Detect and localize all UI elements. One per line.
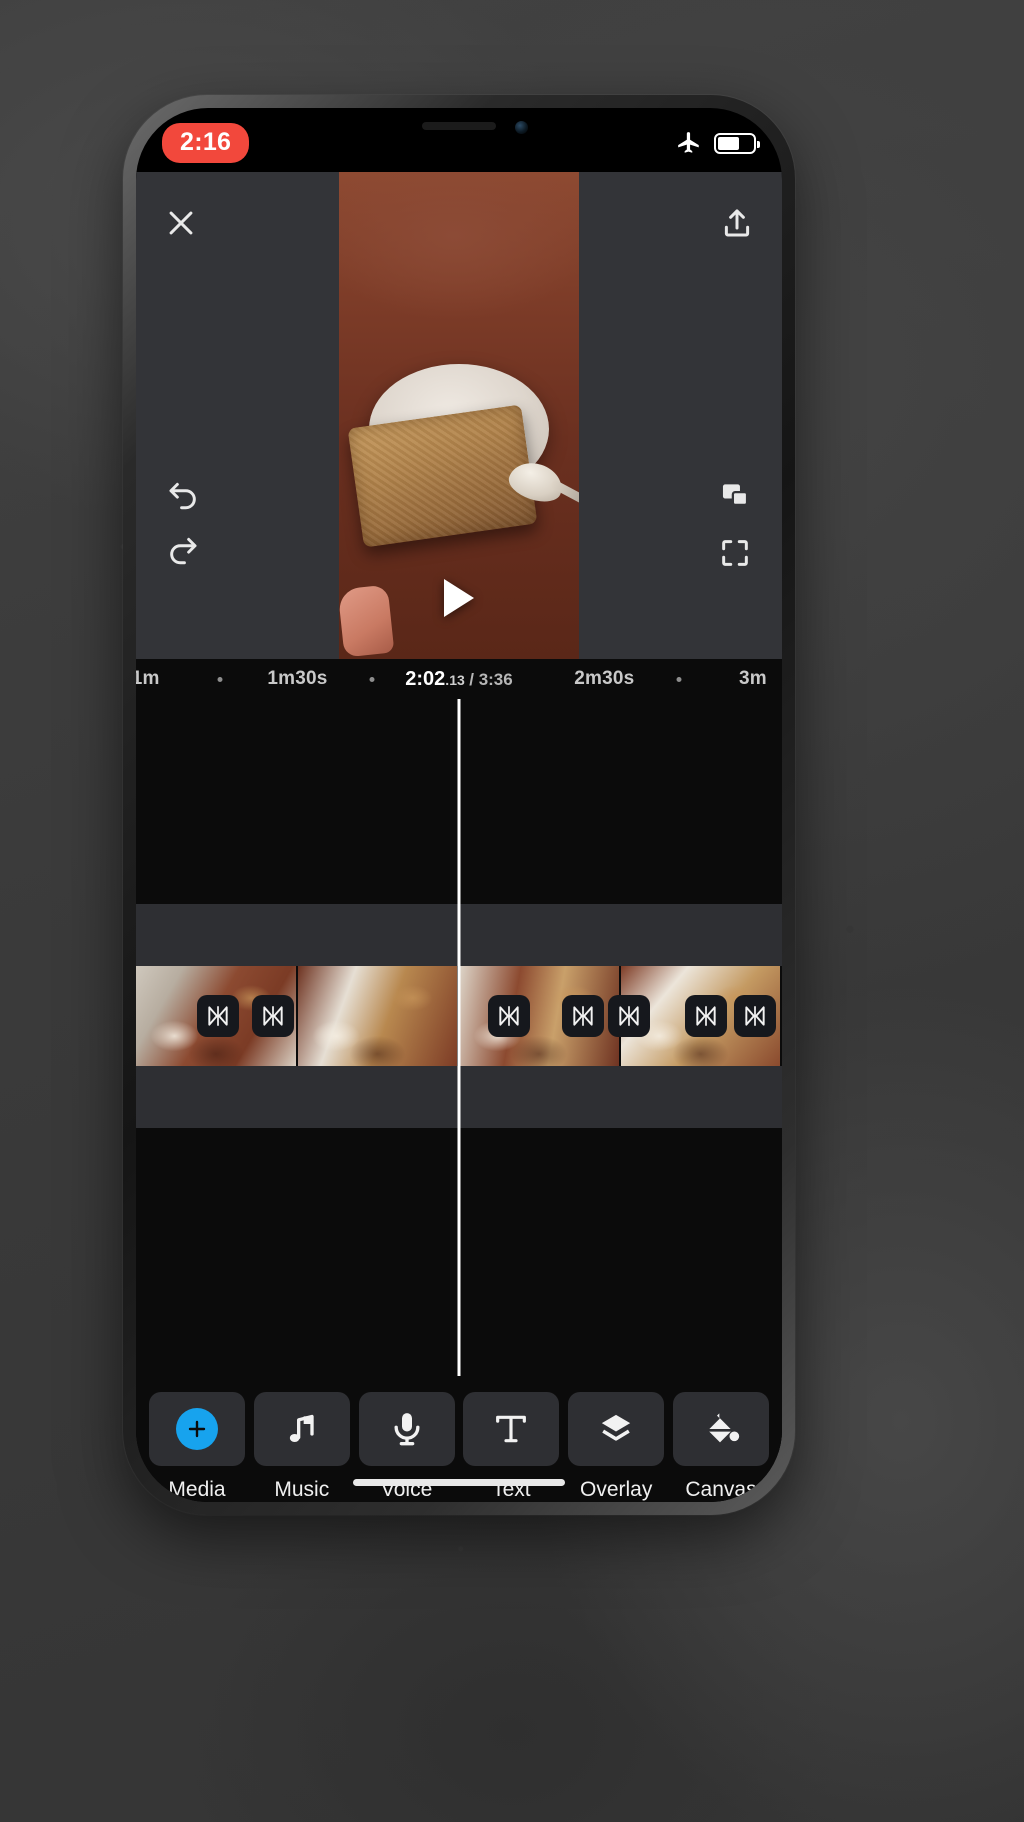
ruler-tick-dot-1	[217, 676, 223, 682]
ruler-tick-1m30s: 1m30s	[267, 668, 328, 689]
airplane-mode-icon	[678, 132, 699, 153]
front-camera	[515, 121, 528, 134]
transition-icon[interactable]	[733, 995, 776, 1037]
earpiece-speaker	[422, 122, 496, 130]
text-icon	[496, 1415, 527, 1443]
ruler-tick-1m: 1m	[136, 668, 160, 689]
current-time-readout: 2:02.13 / 3:36	[405, 667, 513, 690]
toolbar-item-overlay[interactable]: Overlay	[567, 1392, 665, 1502]
toolbar-item-canvas[interactable]: Canvas	[672, 1392, 770, 1502]
video-editor-app: 1m 1m30s 2:02.13 / 3:36 2m30s 3m Media M…	[136, 172, 782, 1502]
transition-icon[interactable]	[685, 995, 728, 1037]
toolbar-item-label: Media	[168, 1478, 226, 1501]
timeline[interactable]	[136, 699, 782, 1376]
transition-icon[interactable]	[197, 995, 240, 1037]
play-icon[interactable]	[444, 579, 474, 617]
playhead[interactable]	[457, 699, 461, 1376]
transition-icon[interactable]	[488, 995, 531, 1037]
picture-in-picture-icon[interactable]	[712, 472, 758, 518]
phone-screen: 2:16 1m 1m30s 2:02.13 / 3:36 2m30s 3m Me…	[136, 108, 782, 1502]
microphone-icon	[394, 1413, 420, 1446]
home-indicator[interactable]	[353, 1479, 565, 1486]
timeline-ruler[interactable]: 1m 1m30s 2:02.13 / 3:36 2m30s 3m	[136, 659, 782, 699]
add-media-icon	[176, 1408, 218, 1450]
ruler-tick-3m: 3m	[738, 668, 767, 689]
battery-icon	[714, 132, 760, 154]
music-note-icon	[289, 1414, 314, 1442]
video-canvas[interactable]	[339, 172, 579, 659]
toolbar-item-media[interactable]: Media	[148, 1392, 246, 1502]
layers-icon	[602, 1414, 631, 1441]
toolbar-item-music[interactable]: Music	[253, 1392, 351, 1502]
toolbar-item-label: Music	[274, 1478, 330, 1501]
fullscreen-icon[interactable]	[712, 530, 758, 576]
export-icon[interactable]	[714, 200, 760, 246]
ruler-tick-dot-3	[676, 676, 682, 682]
close-icon[interactable]	[158, 200, 204, 246]
status-bar-right-group	[676, 130, 760, 156]
ruler-tick-2m30s: 2m30s	[574, 668, 635, 689]
transition-icon[interactable]	[562, 995, 605, 1037]
toolbar-item-label: Overlay	[580, 1478, 653, 1501]
table-row[interactable]	[297, 966, 459, 1066]
undo-icon[interactable]	[160, 472, 206, 518]
screen-recording-indicator[interactable]: 2:16	[162, 123, 250, 163]
toolbar-item-label: Canvas	[685, 1478, 757, 1501]
transition-icon[interactable]	[607, 995, 650, 1037]
video-content-hand	[339, 584, 395, 658]
paint-bucket-icon	[707, 1413, 740, 1443]
recording-time-label: 2:16	[180, 128, 232, 156]
phone-device-frame: 2:16 1m 1m30s 2:02.13 / 3:36 2m30s 3m Me…	[123, 95, 795, 1515]
video-preview-area	[136, 172, 782, 659]
ruler-tick-dot-2	[369, 676, 375, 682]
redo-icon[interactable]	[160, 527, 206, 573]
transition-icon[interactable]	[252, 995, 295, 1037]
